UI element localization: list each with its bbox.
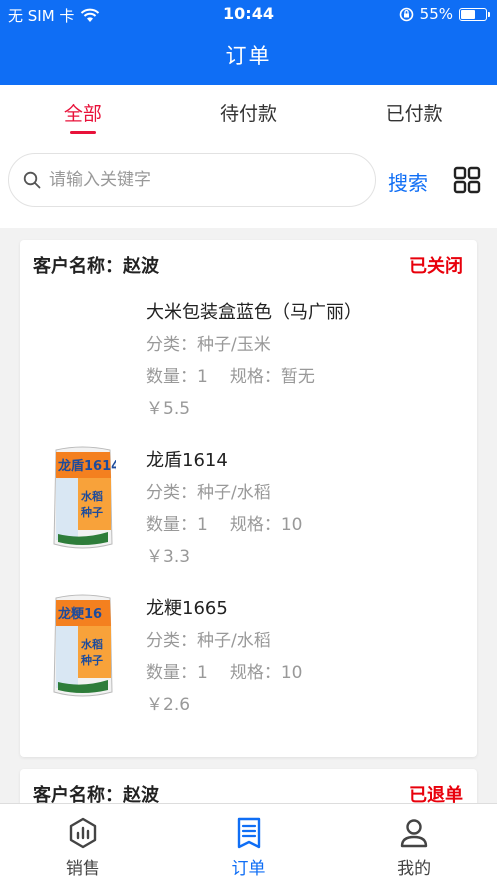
nav-orders-label: 订单 [231, 859, 266, 879]
nav-profile[interactable]: 我的 [331, 804, 497, 883]
order-list-icon [237, 817, 260, 849]
nav-sales[interactable]: 销售 [0, 804, 166, 883]
order-status: 已退单 [409, 785, 463, 803]
tab-pending-payment[interactable]: 待付款 [166, 85, 332, 140]
rice-seed-bag-image: 龙粳16 水稻 种子 [53, 594, 113, 697]
order-item[interactable]: 龙盾1614 水稻 种子 龙盾1614 分类：种子/水稻 数量：1 规格：10 ￥… [20, 432, 477, 580]
search-input[interactable] [49, 170, 349, 190]
svg-text:种子: 种子 [80, 653, 103, 667]
svg-text:龙盾1614: 龙盾1614 [58, 458, 116, 474]
order-card[interactable]: 客户名称：赵波 已退单 [20, 769, 477, 803]
status-bar: 无 SIM 卡 10:44 55% [0, 0, 497, 28]
product-name: 大米包装盒蓝色（马广丽） [146, 302, 362, 323]
search-button[interactable]: 搜索 [388, 167, 428, 196]
battery-percent: 55% [419, 5, 453, 23]
nav-profile-label: 我的 [397, 859, 432, 879]
order-card[interactable]: 客户名称：赵波 已关闭 大米包装盒蓝色（马广丽） 分类：种子/玉米 数量：1 规格… [20, 240, 477, 757]
product-name: 龙粳1665 [146, 598, 228, 619]
svg-text:种子: 种子 [80, 505, 103, 519]
product-spec: 规格：10 [229, 515, 303, 535]
user-icon [400, 819, 428, 848]
customer-name: 客户名称：赵波 [33, 785, 159, 803]
product-price: ￥5.5 [146, 399, 191, 419]
tab-all[interactable]: 全部 [0, 85, 166, 140]
search-bar: 搜索 [0, 140, 497, 228]
order-list: 客户名称：赵波 已关闭 大米包装盒蓝色（马广丽） 分类：种子/玉米 数量：1 规格… [0, 228, 497, 803]
order-item[interactable]: 大米包装盒蓝色（马广丽） 分类：种子/玉米 数量：1 规格：暂无 ￥5.5 [20, 284, 477, 432]
product-category: 分类：种子/水稻 [146, 631, 271, 651]
bottom-nav: 销售 订单 我的 [0, 803, 497, 883]
product-price: ￥2.6 [146, 695, 191, 715]
order-item[interactable]: 龙粳16 水稻 种子 龙粳1665 分类：种子/水稻 数量：1 规格：10 ￥2.… [20, 580, 477, 728]
product-quantity: 数量：1 [146, 515, 208, 535]
battery-icon [459, 7, 490, 21]
sales-chart-icon [69, 817, 97, 849]
orientation-lock-icon [399, 7, 413, 21]
product-category: 分类：种子/玉米 [146, 335, 271, 355]
product-spec: 规格：10 [229, 663, 303, 683]
product-name: 龙盾1614 [146, 450, 228, 471]
svg-text:水稻: 水稻 [81, 489, 103, 503]
search-box[interactable] [8, 153, 376, 207]
product-spec: 规格：暂无 [229, 367, 315, 387]
page-title: 订单 [225, 44, 272, 68]
app-header: 无 SIM 卡 10:44 55% 订单 [0, 0, 497, 85]
product-quantity: 数量：1 [146, 663, 208, 683]
svg-text:水稻: 水稻 [81, 637, 103, 651]
product-category: 分类：种子/水稻 [146, 483, 271, 503]
order-tabs: 全部 待付款 已付款 [0, 85, 497, 140]
customer-name: 客户名称：赵波 [33, 256, 159, 277]
svg-text:龙粳16: 龙粳16 [58, 606, 102, 622]
tab-paid[interactable]: 已付款 [331, 85, 497, 140]
product-price: ￥3.3 [146, 547, 191, 567]
order-status: 已关闭 [409, 256, 463, 277]
rice-seed-bag-image: 龙盾1614 水稻 种子 [53, 446, 116, 549]
search-icon [23, 171, 41, 189]
grid-view-icon[interactable] [453, 166, 481, 194]
product-quantity: 数量：1 [146, 367, 208, 387]
nav-orders[interactable]: 订单 [166, 804, 332, 883]
nav-sales-label: 销售 [65, 859, 100, 879]
